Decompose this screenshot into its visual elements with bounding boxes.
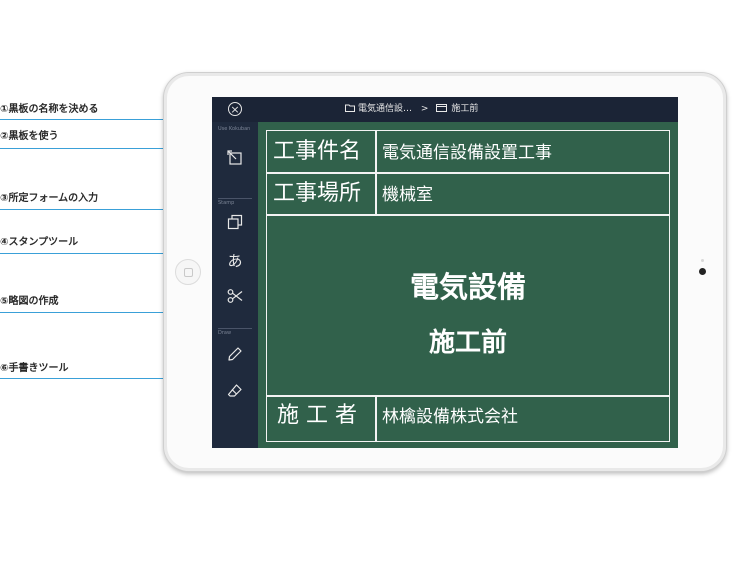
- text-stamp-icon[interactable]: あ: [225, 251, 245, 271]
- annotation-label: ⑤略図の作成: [0, 296, 59, 307]
- scissors-icon[interactable]: [225, 288, 245, 308]
- breadcrumb-separator: >: [420, 104, 429, 114]
- board-divider: [266, 172, 670, 174]
- front-sensor: [701, 259, 704, 262]
- annotation-label: ①黒板の名称を決める: [0, 104, 99, 115]
- tool-sidebar: Use Kokuban Stamp あ Draw: [212, 122, 258, 448]
- use-board-icon[interactable]: [225, 150, 245, 170]
- board-icon: [436, 104, 448, 117]
- row-label-location: 工事場所: [273, 181, 362, 206]
- section-label-use: Use Kokuban: [218, 126, 251, 132]
- app-screen: × 電気通信設… > 施工前 Use Kokuban Stamp あ Draw: [212, 97, 678, 448]
- eraser-icon[interactable]: [225, 383, 245, 403]
- annotation-label: ②黒板を使う: [0, 131, 59, 142]
- section-label-stamp: Stamp: [218, 200, 235, 206]
- home-button[interactable]: [175, 259, 201, 285]
- board-divider: [266, 214, 670, 216]
- front-camera: [699, 268, 706, 275]
- board-divider: [266, 395, 670, 397]
- board-divider: [375, 130, 377, 214]
- section-divider: [218, 328, 252, 329]
- breadcrumb: 電気通信設… > 施工前: [345, 103, 478, 117]
- breadcrumb-folder[interactable]: 電気通信設…: [358, 104, 412, 114]
- board-main-line-1[interactable]: 電気設備: [266, 270, 670, 304]
- row-label-project: 工事件名: [273, 139, 362, 164]
- row-value-project[interactable]: 電気通信設備設置工事: [382, 142, 552, 164]
- board-divider: [375, 395, 377, 442]
- annotation-label: ③所定フォームの入力: [0, 193, 99, 204]
- breadcrumb-current: 施工前: [451, 104, 479, 114]
- section-divider: [218, 198, 252, 199]
- annotation-label: ⑥手書きツール: [0, 363, 69, 374]
- board-main-line-2[interactable]: 施工前: [266, 327, 670, 359]
- close-icon[interactable]: ×: [228, 102, 242, 116]
- top-bar: × 電気通信設… > 施工前: [212, 97, 678, 122]
- copy-stamp-icon[interactable]: [225, 214, 245, 234]
- folder-icon: [345, 104, 355, 117]
- row-label-contractor: 施 工 者: [277, 403, 357, 428]
- section-label-draw: Draw: [218, 330, 232, 336]
- pencil-icon[interactable]: [225, 346, 245, 366]
- row-value-location[interactable]: 機械室: [382, 184, 433, 206]
- row-value-contractor[interactable]: 林檎設備株式会社: [382, 406, 518, 428]
- annotation-label: ④スタンプツール: [0, 237, 79, 248]
